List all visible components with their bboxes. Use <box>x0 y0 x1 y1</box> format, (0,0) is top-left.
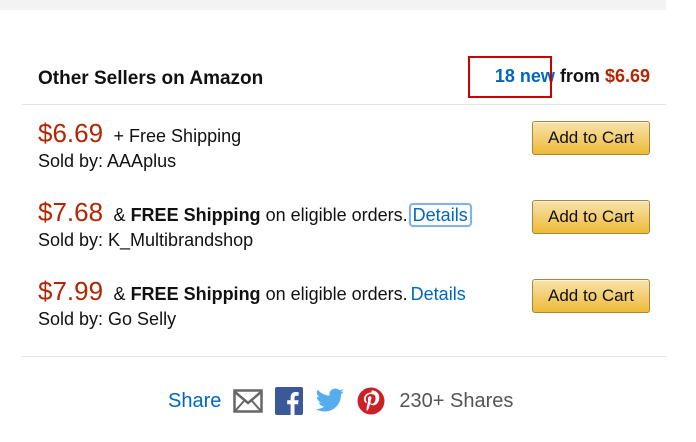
panel-title: Other Sellers on Amazon <box>38 68 264 89</box>
shipping-prefix: & <box>113 205 126 225</box>
details-link[interactable]: Details <box>411 284 466 304</box>
shipping-suffix: on eligible orders. <box>265 205 408 225</box>
offer-price: $7.99 <box>38 276 104 306</box>
shares-count: 230+ Shares <box>399 389 514 412</box>
facebook-icon[interactable] <box>275 387 304 415</box>
divider <box>22 356 666 357</box>
shipping-info: + Free Shipping <box>114 126 242 146</box>
shipping-info: & FREE Shipping on eligible orders. <box>114 205 408 225</box>
email-icon[interactable] <box>233 389 264 413</box>
share-bar: Share 230+ Shares <box>168 385 513 417</box>
other-sellers-panel: Other Sellers on Amazon 18 new from $6.6… <box>22 40 666 358</box>
share-label: Share <box>168 389 222 412</box>
from-label: from <box>559 66 600 86</box>
shipping-prefix: & <box>113 284 126 304</box>
offer-row: $6.69 + Free Shipping Sold by: AAAplus A… <box>38 118 650 182</box>
free-shipping-label: FREE Shipping <box>130 284 261 304</box>
details-link[interactable]: Details <box>408 203 472 227</box>
top-strip <box>0 0 666 10</box>
add-to-cart-button[interactable]: Add to Cart <box>532 200 650 234</box>
twitter-icon[interactable] <box>315 388 345 414</box>
offer-row: $7.99 & FREE Shipping on eligible orders… <box>38 276 650 340</box>
shipping-info: & FREE Shipping on eligible orders. <box>114 284 408 304</box>
highlight-box <box>468 56 552 98</box>
offer-row: $7.68 & FREE Shipping on eligible orders… <box>38 197 650 261</box>
offer-price: $7.68 <box>38 197 104 227</box>
pinterest-icon[interactable] <box>357 387 385 415</box>
lowest-price: $6.69 <box>604 66 650 86</box>
panel-header: Other Sellers on Amazon 18 new from $6.6… <box>22 40 666 105</box>
add-to-cart-button[interactable]: Add to Cart <box>532 279 650 313</box>
add-to-cart-button[interactable]: Add to Cart <box>532 121 650 155</box>
offer-price: $6.69 <box>38 118 104 148</box>
shipping-suffix: on eligible orders. <box>265 284 408 304</box>
shipping-prefix: + Free Shipping <box>113 126 242 146</box>
free-shipping-label: FREE Shipping <box>130 205 261 225</box>
